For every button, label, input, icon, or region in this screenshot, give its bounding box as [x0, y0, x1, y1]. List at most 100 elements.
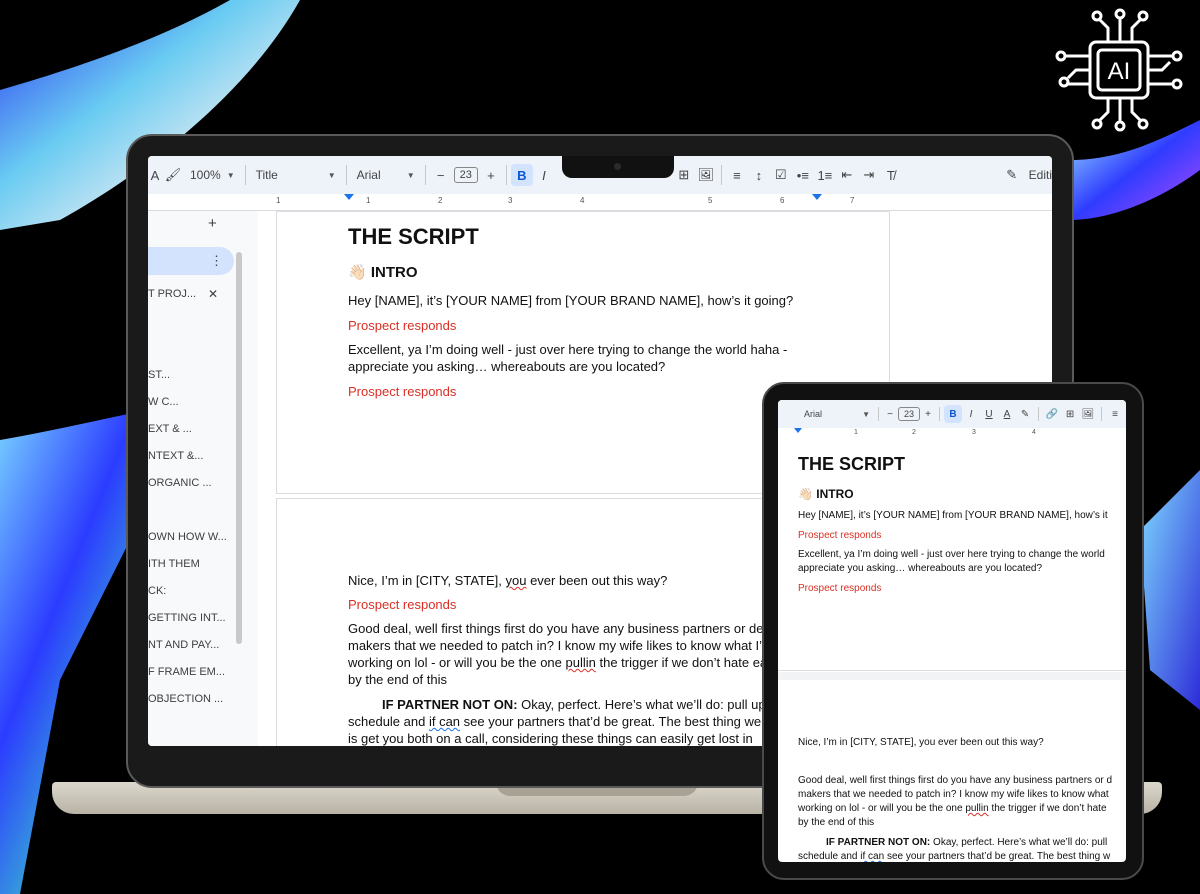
zoom-select[interactable]: 100% ▼ [184, 162, 241, 188]
prospect-response[interactable]: Prospect responds [348, 383, 456, 400]
script-line[interactable]: Nice, I’m in [CITY, STATE], you ever bee… [798, 734, 1044, 751]
toolbar-divider [244, 165, 246, 185]
ruler-tick: 2 [912, 429, 916, 436]
link-icon[interactable]: 🔗 [1043, 405, 1061, 423]
ruler-tick: 1 [854, 429, 858, 436]
outline-item[interactable]: ST... [148, 369, 170, 381]
decrease-font-size-button[interactable]: − [430, 164, 452, 186]
misspelled-word[interactable]: pullin [965, 803, 988, 814]
align-icon[interactable]: ≡ [1106, 405, 1124, 423]
numbered-list-icon[interactable]: 1≡ [814, 164, 836, 186]
outline-item[interactable]: EXT & ... [148, 423, 192, 435]
script-line[interactable]: Nice, I’m in [CITY, STATE], you ever bee… [348, 572, 667, 589]
pencil-icon[interactable]: ✎ [1001, 164, 1023, 186]
insert-comment-icon[interactable]: ⊞ [673, 164, 695, 186]
tablet: Arial▼ − 23 + B I U A ✎ 🔗 ⊞ 🖼 ≡ 1 1 2 3 … [762, 382, 1144, 880]
outline-item[interactable]: NTEXT &... [148, 450, 203, 462]
align-icon[interactable]: ≡ [726, 164, 748, 186]
prospect-response[interactable]: Prospect responds [348, 596, 456, 613]
editing-mode-button[interactable]: Editi [1023, 162, 1052, 188]
checklist-icon[interactable]: ☑ [770, 164, 792, 186]
style-value: Title [255, 168, 278, 182]
prospect-response[interactable]: Prospect responds [798, 580, 881, 597]
decrease-indent-icon[interactable]: ⇤ [836, 164, 858, 186]
left-indent-marker[interactable] [344, 194, 354, 200]
waving-hand-icon: 👋🏻 [348, 264, 367, 281]
script-line[interactable]: schedule and if can see your partners th… [348, 713, 761, 730]
text-run: the trigger if we don’t hate [988, 803, 1107, 814]
zoom-value: 100% [190, 168, 221, 182]
ai-chip-logo: AI [1046, 4, 1194, 136]
sidebar-scrollbar[interactable] [236, 252, 242, 644]
insert-image-icon[interactable]: 🖼 [1079, 405, 1097, 423]
font-select[interactable]: Arial ▼ [778, 401, 874, 427]
outline-item[interactable]: W C... [148, 396, 179, 408]
text-run: Okay, perfect. Here’s what we’ll do: pul… [930, 837, 1108, 848]
increase-font-size-button[interactable]: + [921, 403, 935, 425]
outline-item[interactable]: ORGANIC ... [148, 477, 212, 489]
add-tab-button[interactable]: + [208, 215, 217, 232]
italic-button[interactable]: I [533, 164, 555, 186]
highlight-icon[interactable]: ✎ [1016, 405, 1034, 423]
outline-item[interactable]: NT AND PAY... [148, 639, 219, 651]
script-line[interactable]: by the end of this [348, 671, 447, 688]
right-indent-marker[interactable] [812, 194, 822, 200]
script-line[interactable]: Good deal, well first things first do yo… [348, 620, 764, 637]
clear-formatting-icon[interactable]: T̸ [880, 164, 902, 186]
ruler-tick: 5 [708, 196, 713, 205]
increase-font-size-button[interactable]: + [480, 164, 502, 186]
increase-indent-icon[interactable]: ⇥ [858, 164, 880, 186]
script-line[interactable]: is get you both on a call, considering t… [348, 730, 753, 746]
script-line[interactable]: appreciate you asking… whereabouts are y… [798, 560, 1042, 577]
bold-button[interactable]: B [510, 164, 533, 186]
misspelled-word[interactable]: you [505, 573, 526, 588]
intro-heading: 👋🏻 INTRO [348, 264, 418, 281]
script-line[interactable]: IF PARTNER NOT ON: Okay, perfect. Here’s… [382, 696, 766, 713]
prospect-response[interactable]: Prospect responds [348, 317, 456, 334]
style-select[interactable]: Title ▼ [250, 162, 342, 188]
script-line[interactable]: working on lol - or will you be the one … [348, 654, 767, 671]
italic-button[interactable]: I [962, 405, 980, 423]
bulleted-list-icon[interactable]: •≡ [792, 164, 814, 186]
line-spacing-icon[interactable]: ↕ [748, 164, 770, 186]
left-indent-marker[interactable] [794, 428, 802, 433]
prospect-response[interactable]: Prospect responds [798, 527, 881, 544]
decorative-prism-right [1070, 120, 1200, 220]
script-line[interactable]: by the end of this [798, 814, 874, 831]
ruler-tick: 4 [1032, 429, 1036, 436]
script-line[interactable]: makers that we needed to patch in? I kno… [348, 637, 762, 654]
chevron-down-icon: ▼ [406, 170, 415, 180]
decrease-font-size-button[interactable]: − [883, 403, 897, 425]
font-size-input[interactable]: 23 [452, 162, 480, 188]
spellcheck-icon[interactable]: A [148, 164, 162, 186]
misspelled-word[interactable]: pullin [566, 655, 596, 670]
tab-more-options-icon[interactable]: ⋮ [210, 253, 223, 269]
script-line[interactable]: Hey [NAME], it’s [YOUR NAME] from [YOUR … [348, 292, 793, 309]
outline-item[interactable]: GETTING INT... [148, 612, 226, 624]
paint-format-icon[interactable]: 🖌 [162, 164, 184, 186]
underline-button[interactable]: U [980, 405, 998, 423]
ruler: 1 1 2 3 4 5 6 7 [148, 194, 1052, 211]
text-run: see your partners that’d be great. The b… [884, 851, 1111, 862]
outline-item[interactable]: ITH THEM [148, 558, 200, 570]
outline-item[interactable]: OBJECTION ... [148, 693, 223, 705]
grammar-flag[interactable]: if can [860, 851, 884, 862]
close-icon[interactable]: ✕ [208, 287, 218, 301]
script-line[interactable]: appreciate you asking… whereabouts are y… [348, 358, 665, 375]
script-line[interactable]: Hey [NAME], it’s [YOUR NAME] from [YOUR … [798, 507, 1108, 524]
text-color-button[interactable]: A [998, 405, 1016, 423]
grammar-flag[interactable]: if can [429, 714, 460, 729]
script-line[interactable]: Excellent, ya I’m doing well - just over… [348, 341, 787, 358]
script-line[interactable]: schedule and if can see your partners th… [798, 848, 1110, 862]
outline-item[interactable]: T PROJ... [148, 288, 196, 300]
intro-heading-text: INTRO [816, 487, 854, 501]
insert-comment-icon[interactable]: ⊞ [1061, 405, 1079, 423]
insert-image-icon[interactable]: 🖼 [695, 164, 717, 186]
outline-item[interactable]: CK: [148, 585, 166, 597]
outline-item[interactable]: F FRAME EM... [148, 666, 225, 678]
font-size-input[interactable]: 23 [897, 405, 921, 423]
bold-button[interactable]: B [944, 405, 963, 423]
chevron-down-icon: ▼ [226, 170, 235, 180]
outline-item[interactable]: OWN HOW W... [148, 531, 227, 543]
font-select[interactable]: Arial ▼ [351, 162, 421, 188]
